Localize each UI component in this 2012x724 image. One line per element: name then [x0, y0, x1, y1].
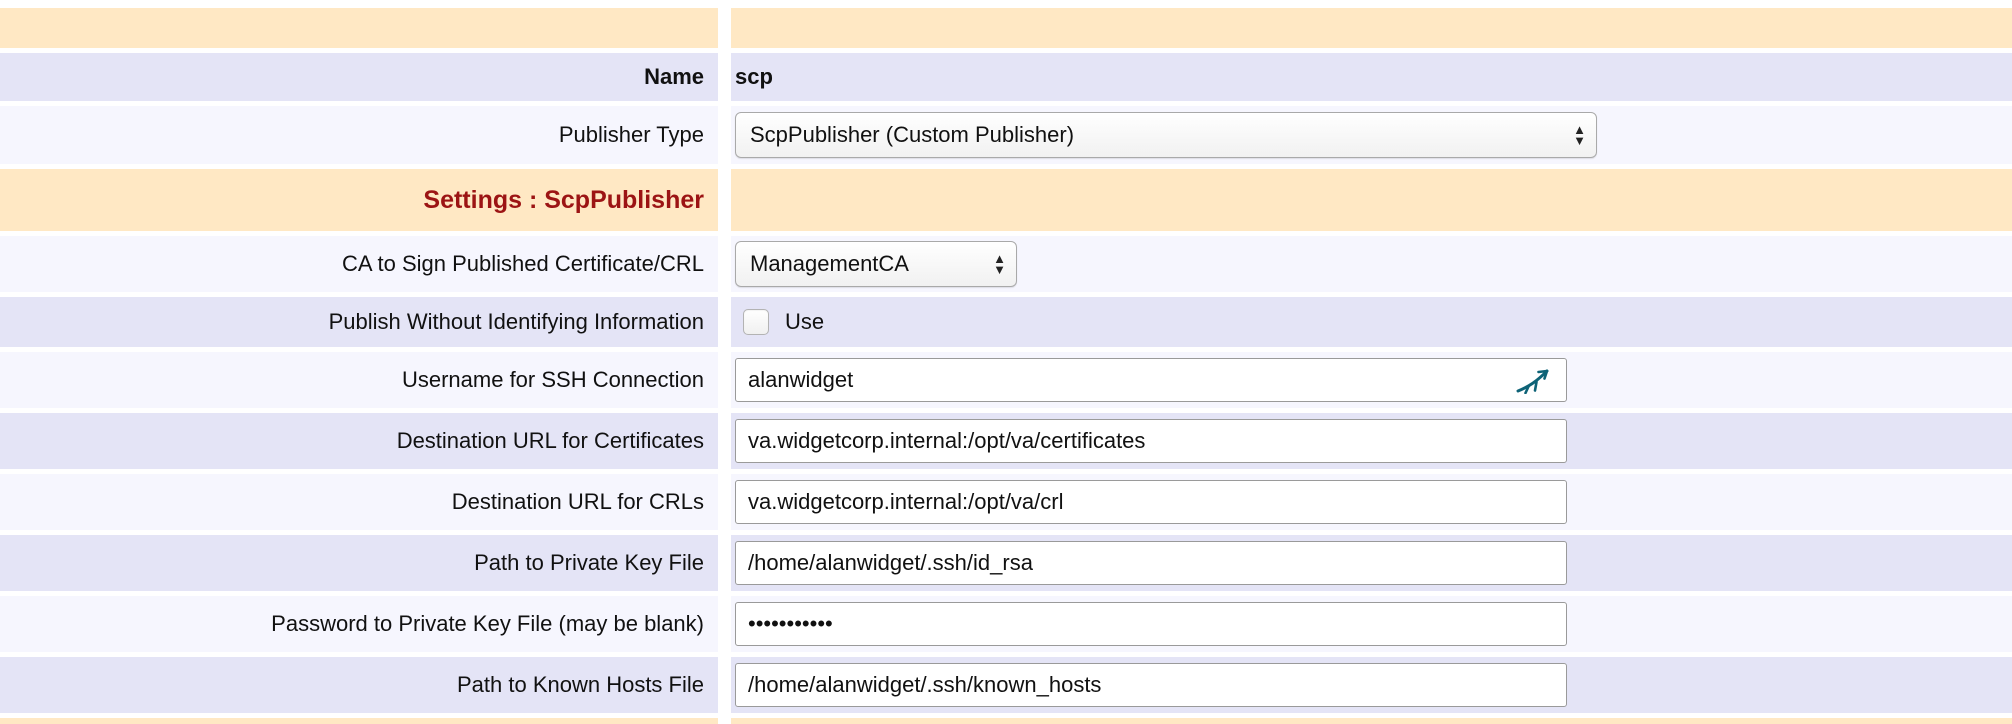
private-key-path-input[interactable]	[735, 541, 1567, 585]
publisher-type-select[interactable]: ScpPublisher (Custom Publisher) ▲ ▼	[735, 112, 1597, 158]
column-gutter	[718, 236, 731, 292]
column-gutter	[718, 413, 731, 469]
column-gutter	[718, 53, 731, 101]
name-value: scp	[735, 64, 773, 90]
publisher-type-selected-value: ScpPublisher (Custom Publisher)	[750, 122, 1074, 148]
column-gutter	[718, 596, 731, 652]
private-key-password-label: Password to Private Key File (may be bla…	[0, 596, 718, 652]
column-gutter	[718, 297, 731, 347]
top-band-left	[0, 8, 718, 48]
settings-section-heading: Settings : ScpPublisher	[0, 169, 718, 231]
name-label: Name	[0, 53, 718, 101]
column-gutter	[718, 535, 731, 591]
settings-band-right	[731, 169, 2012, 231]
column-gutter	[718, 106, 731, 164]
column-gutter	[718, 352, 731, 408]
known-hosts-path-label: Path to Known Hosts File	[0, 657, 718, 713]
bottom-band-right	[731, 718, 2012, 724]
password-manager-impala-icon[interactable]	[1515, 366, 1553, 394]
publish-without-info-checkbox[interactable]	[743, 309, 769, 335]
cert-destination-url-input[interactable]	[735, 419, 1567, 463]
cert-url-label: Destination URL for Certificates	[0, 413, 718, 469]
bottom-band-left	[0, 718, 718, 724]
ssh-username-input[interactable]	[735, 358, 1567, 402]
column-gutter	[718, 657, 731, 713]
private-key-path-label: Path to Private Key File	[0, 535, 718, 591]
ssh-username-label: Username for SSH Connection	[0, 352, 718, 408]
top-band-right	[731, 8, 2012, 48]
checkbox-use-label: Use	[785, 309, 824, 335]
column-gutter	[718, 474, 731, 530]
ca-selected-value: ManagementCA	[750, 251, 909, 277]
select-updown-icon: ▲ ▼	[993, 253, 1006, 275]
column-gutter	[718, 8, 731, 48]
crl-url-label: Destination URL for CRLs	[0, 474, 718, 530]
ca-label: CA to Sign Published Certificate/CRL	[0, 236, 718, 292]
ca-select[interactable]: ManagementCA ▲ ▼	[735, 241, 1017, 287]
column-gutter	[718, 169, 731, 231]
private-key-password-input[interactable]	[735, 602, 1567, 646]
anonymize-label: Publish Without Identifying Information	[0, 297, 718, 347]
crl-destination-url-input[interactable]	[735, 480, 1567, 524]
publisher-type-label: Publisher Type	[0, 106, 718, 164]
publisher-edit-form: Name scp Publisher Type ScpPublisher (Cu…	[0, 0, 2012, 724]
column-gutter	[718, 718, 731, 724]
select-updown-icon: ▲ ▼	[1573, 124, 1586, 146]
known-hosts-path-input[interactable]	[735, 663, 1567, 707]
